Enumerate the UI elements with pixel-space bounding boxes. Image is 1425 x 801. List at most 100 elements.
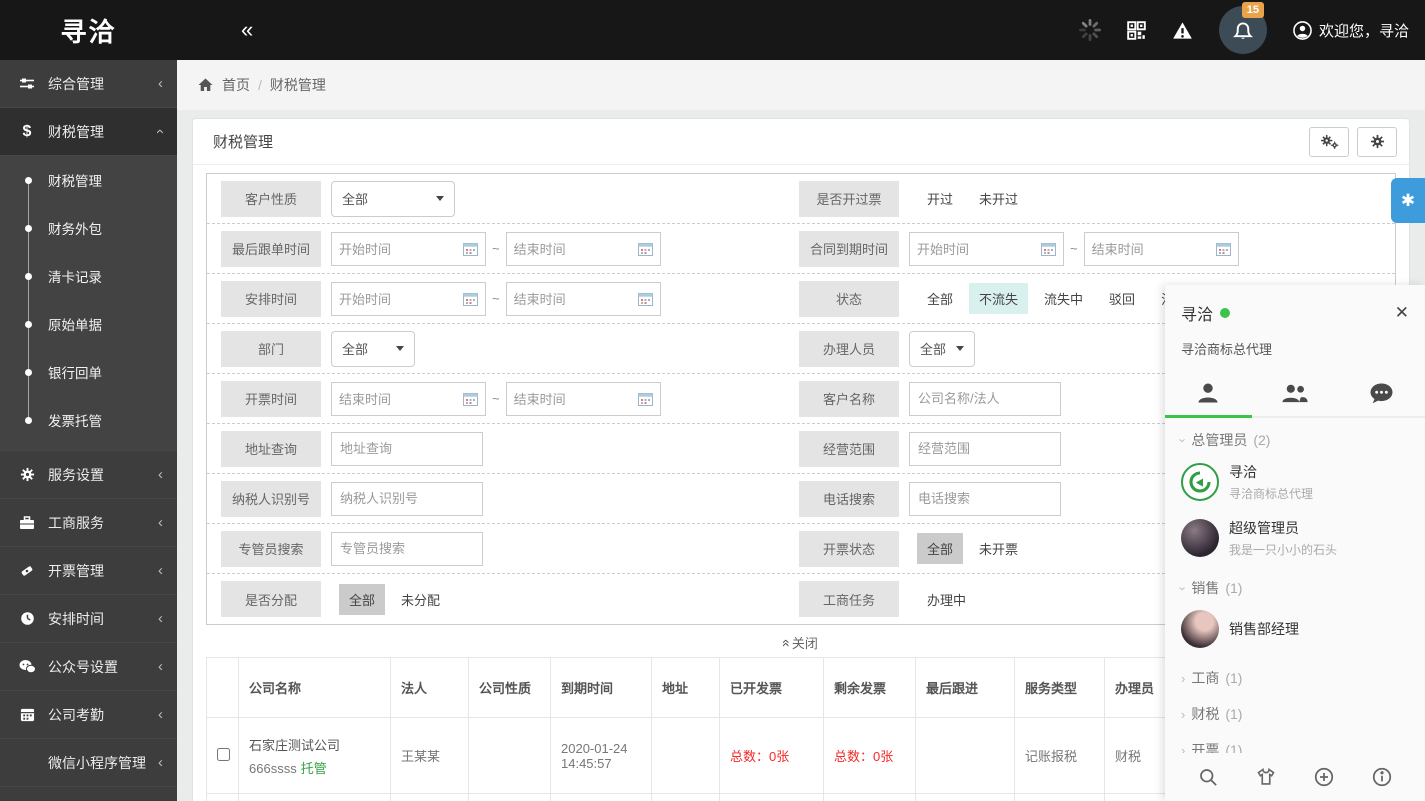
sliders-icon xyxy=(18,77,36,91)
quick-settings-float-button[interactable]: ✱ xyxy=(1391,178,1425,223)
sidebar-item-service-settings[interactable]: 服务设置 ‹ xyxy=(0,451,177,499)
home-icon xyxy=(197,77,214,93)
phone-search-input[interactable] xyxy=(909,482,1061,516)
row-checkbox[interactable] xyxy=(217,748,230,761)
invoice-status-option-all[interactable]: 全部 xyxy=(917,533,963,564)
submenu-item-outsourcing[interactable]: 财务外包 xyxy=(0,204,177,252)
finance-tax-submenu: 财税管理 财务外包 清卡记录 原始单据 银行回单 发票托管 xyxy=(0,156,177,451)
submenu-item-invoice-custody[interactable]: 发票托管 xyxy=(0,396,177,444)
chat-close-icon[interactable]: ✕ xyxy=(1395,303,1409,323)
search-icon[interactable] xyxy=(1198,767,1218,787)
supervisor-search-input[interactable] xyxy=(331,532,483,566)
clothes-icon[interactable] xyxy=(1256,767,1276,787)
info-icon[interactable] xyxy=(1372,767,1392,787)
submenu-item-bank-receipts[interactable]: 银行回单 xyxy=(0,348,177,396)
breadcrumb: 首页 / 财税管理 xyxy=(177,60,1425,110)
contract-end-date-input[interactable]: 结束时间 xyxy=(1084,232,1239,266)
calendar-icon xyxy=(463,392,478,406)
handler-select[interactable]: 全部 xyxy=(909,331,975,367)
cogs-button[interactable] xyxy=(1309,127,1349,157)
chat-member[interactable]: 超级管理员 我是一只小小的石头 xyxy=(1165,510,1425,566)
chevrons-up-icon: « xyxy=(779,639,795,645)
loading-spinner-icon[interactable] xyxy=(1079,19,1101,41)
tab-groups[interactable] xyxy=(1252,372,1339,416)
calendar-icon xyxy=(638,392,653,406)
address-search-input[interactable] xyxy=(331,432,483,466)
th-legal-person: 法人 xyxy=(391,658,469,718)
warning-icon[interactable] xyxy=(1172,21,1193,40)
tab-contacts[interactable] xyxy=(1165,372,1252,416)
assigned-option-unassigned[interactable]: 未分配 xyxy=(391,584,450,615)
arrange-start-date-input[interactable]: 开始时间 xyxy=(331,282,486,316)
sidebar-item-invoicing[interactable]: 开票管理 ‹ xyxy=(0,547,177,595)
option-not-invoiced[interactable]: 未开过 xyxy=(969,183,1028,214)
sidebar-item-attendance[interactable]: 公司考勤 ‹ xyxy=(0,691,177,739)
status-option-churning[interactable]: 流失中 xyxy=(1034,283,1093,314)
avatar xyxy=(1181,463,1219,501)
option-invoiced[interactable]: 开过 xyxy=(917,183,963,214)
invoice-status-option-none[interactable]: 未开票 xyxy=(969,533,1028,564)
sidebar-item-general[interactable]: 综合管理 ‹ xyxy=(0,60,177,108)
follow-start-date-input[interactable]: 开始时间 xyxy=(331,232,486,266)
custody-tag: 托管 xyxy=(301,761,327,776)
group-finance[interactable]: › 财税(1) xyxy=(1165,692,1425,728)
breadcrumb-home[interactable]: 首页 xyxy=(222,75,250,95)
chat-member[interactable]: 销售部经理 xyxy=(1165,602,1425,656)
qr-code-icon[interactable] xyxy=(1127,21,1146,40)
business-task-option-processing[interactable]: 办理中 xyxy=(917,584,976,615)
taxpayer-id-input[interactable] xyxy=(331,482,483,516)
active-tab-indicator xyxy=(1165,415,1252,418)
filter-label: 开票时间 xyxy=(221,381,321,417)
filter-label: 电话搜索 xyxy=(799,481,899,517)
ticket-icon xyxy=(18,563,36,579)
invoice-end-date-input[interactable]: 结束时间 xyxy=(506,382,661,416)
follow-end-date-input[interactable]: 结束时间 xyxy=(506,232,661,266)
company-name-line1[interactable]: 石家庄测试公司 xyxy=(249,735,380,754)
contract-start-date-input[interactable]: 开始时间 xyxy=(909,232,1064,266)
assigned-option-all[interactable]: 全部 xyxy=(339,584,385,615)
calendar-icon xyxy=(638,242,653,256)
add-icon[interactable] xyxy=(1314,767,1334,787)
group-admins[interactable]: › 总管理员(2) xyxy=(1165,418,1425,454)
chevron-left-icon: ‹ xyxy=(158,754,163,771)
th-checkbox xyxy=(207,658,239,718)
customer-nature-select[interactable]: 全部 xyxy=(331,181,455,217)
business-scope-input[interactable] xyxy=(909,432,1061,466)
notifications-button[interactable]: 15 xyxy=(1219,6,1267,54)
arrange-end-date-input[interactable]: 结束时间 xyxy=(506,282,661,316)
sidebar-label: 安排时间 xyxy=(48,609,104,629)
customer-name-input[interactable] xyxy=(909,382,1061,416)
sidebar-item-schedule[interactable]: 安排时间 ‹ xyxy=(0,595,177,643)
sidebar-item-official-account[interactable]: 公众号设置 ‹ xyxy=(0,643,177,691)
status-option-all[interactable]: 全部 xyxy=(917,283,963,314)
filter-label: 地址查询 xyxy=(221,431,321,467)
user-menu[interactable]: 欢迎您，寻洽 xyxy=(1293,20,1409,41)
filter-label: 是否开过票 xyxy=(799,181,899,217)
calendar-icon xyxy=(463,242,478,256)
submenu-item-original-docs[interactable]: 原始单据 xyxy=(0,300,177,348)
app-logo[interactable]: 寻洽 xyxy=(0,12,177,49)
department-select[interactable]: 全部 xyxy=(331,331,415,367)
invoice-start-date-input[interactable]: 结束时间 xyxy=(331,382,486,416)
filter-label: 客户名称 xyxy=(799,381,899,417)
collapse-menu-icon[interactable]: « xyxy=(241,19,253,41)
group-sales[interactable]: › 销售(1) xyxy=(1165,566,1425,602)
sidebar-item-miniprogram[interactable]: 微信小程序管理 ‹ xyxy=(0,739,177,787)
asterisk-icon: ✱ xyxy=(1401,191,1415,211)
sidebar-item-business-services[interactable]: 工商服务 ‹ xyxy=(0,499,177,547)
th-company-nature: 公司性质 xyxy=(469,658,551,718)
sidebar-toggle-icon[interactable] xyxy=(195,20,221,40)
chat-member[interactable]: 寻洽 寻洽商标总代理 xyxy=(1165,454,1425,510)
status-option-retained[interactable]: 不流失 xyxy=(969,283,1028,314)
group-business[interactable]: › 工商(1) xyxy=(1165,656,1425,692)
tab-conversations[interactable] xyxy=(1338,372,1425,416)
chevron-left-icon: ‹ xyxy=(158,706,163,723)
submenu-item-card-clearing[interactable]: 清卡记录 xyxy=(0,252,177,300)
sidebar-item-finance-tax[interactable]: $ 财税管理 ‹ xyxy=(0,108,177,156)
settings-button[interactable] xyxy=(1357,127,1397,157)
status-option-rejected[interactable]: 驳回 xyxy=(1099,283,1145,314)
filter-label: 安排时间 xyxy=(221,281,321,317)
topbar-actions: 15 欢迎您，寻洽 xyxy=(1079,6,1425,54)
th-last-follow: 最后跟进 xyxy=(916,658,1015,718)
submenu-item-finance-tax[interactable]: 财税管理 xyxy=(0,156,177,204)
